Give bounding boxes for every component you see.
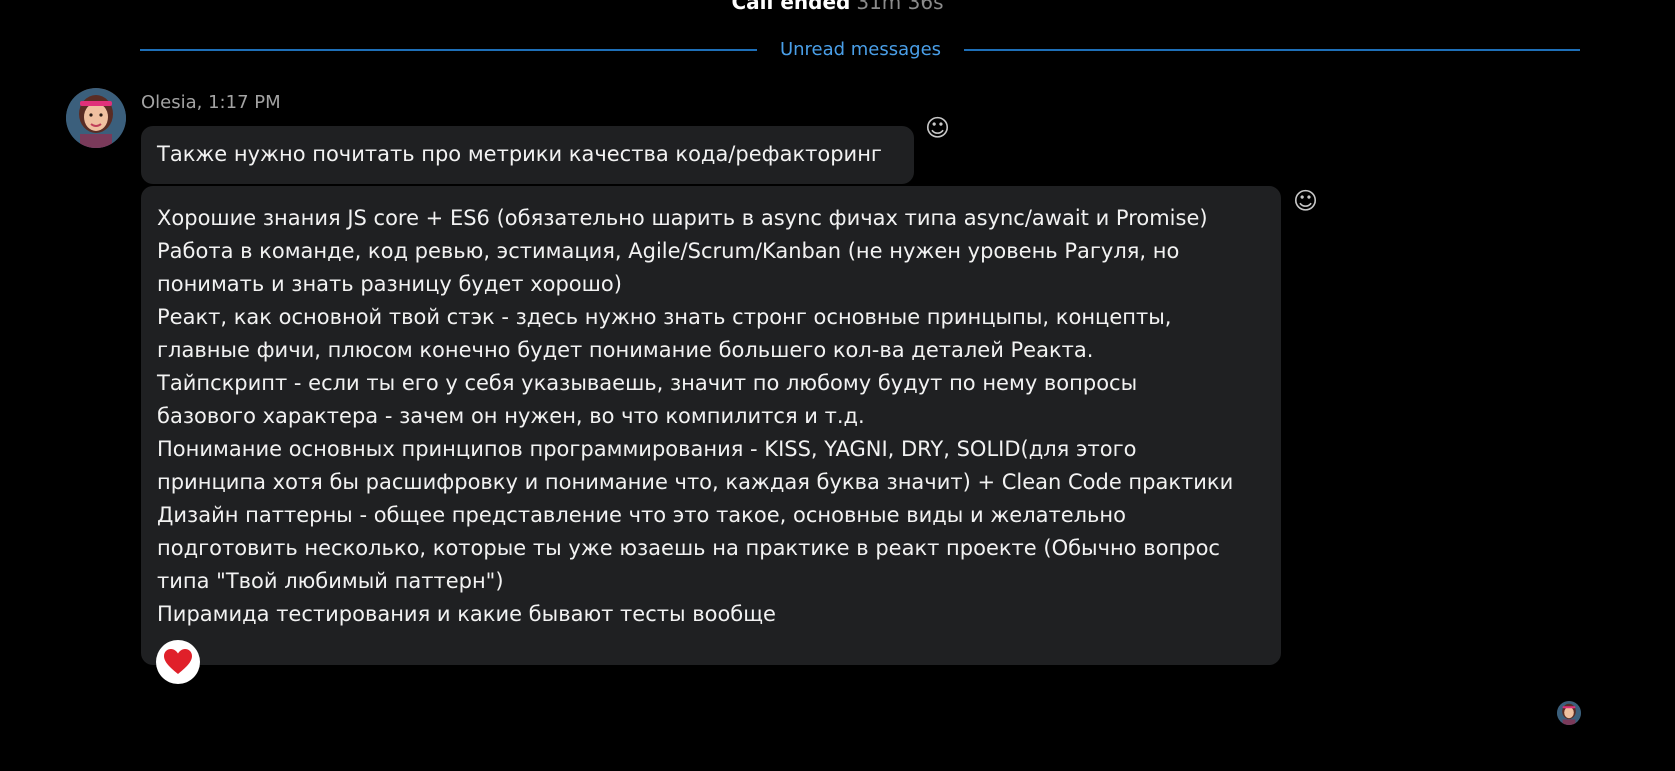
message-line: типа "Твой любимый паттерн") <box>157 569 504 593</box>
message-line: Пирамида тестирования и какие бывают тес… <box>157 602 776 626</box>
message-line: подготовить несколько, которые ты уже юз… <box>157 536 1220 560</box>
heart-reaction-badge[interactable] <box>156 640 200 684</box>
chat-view: Call ended 31m 36s Unread messages Olesia… <box>0 0 1675 771</box>
call-duration: 31m 36s <box>856 0 944 14</box>
user-avatar-icon <box>66 88 126 148</box>
unread-messages-label: Unread messages <box>779 39 942 60</box>
message-line: Работа в команде, код ревью, эстимация, … <box>157 239 1180 263</box>
read-receipt-avatar-icon <box>1557 701 1581 725</box>
divider-line-left <box>140 49 757 51</box>
unread-messages-divider: Unread messages <box>140 38 1580 62</box>
message-line: Реакт, как основной твой стэк - здесь ну… <box>157 305 1172 329</box>
message-bubble[interactable]: Хорошие знания JS core + ES6 (обязательн… <box>141 186 1281 665</box>
message-text: Также нужно почитать про метрики качеств… <box>157 142 882 166</box>
message-line: Дизайн паттерны - общее представление чт… <box>157 503 1127 527</box>
heart-icon <box>164 649 192 674</box>
smiley-icon[interactable]: ☺ <box>1293 189 1318 213</box>
message-line: Тайпскрипт - если ты его у себя указывае… <box>157 371 1138 395</box>
call-ended-banner: Call ended 31m 36s <box>0 0 1675 14</box>
message-sender-meta: Olesia, 1:17 PM <box>141 92 281 113</box>
message-line: базового характера - зачем он нужен, во … <box>157 404 865 428</box>
message-line: понимать и знать разницу будет хорошо) <box>157 272 622 296</box>
call-ended-label: Call ended <box>731 0 851 14</box>
smiley-icon[interactable]: ☺ <box>925 116 950 140</box>
read-receipt-avatar <box>1557 701 1581 725</box>
sender-avatar[interactable] <box>66 88 126 148</box>
message-line: принципа хотя бы расшифровку и понимание… <box>157 470 1234 494</box>
message-line: главные фичи, плюсом конечно будет поним… <box>157 338 1094 362</box>
message-line: Хорошие знания JS core + ES6 (обязательн… <box>157 206 1208 230</box>
message-bubble[interactable]: Также нужно почитать про метрики качеств… <box>141 126 914 184</box>
message-line: Понимание основных принципов программиро… <box>157 437 1137 461</box>
divider-line-right <box>964 49 1580 51</box>
